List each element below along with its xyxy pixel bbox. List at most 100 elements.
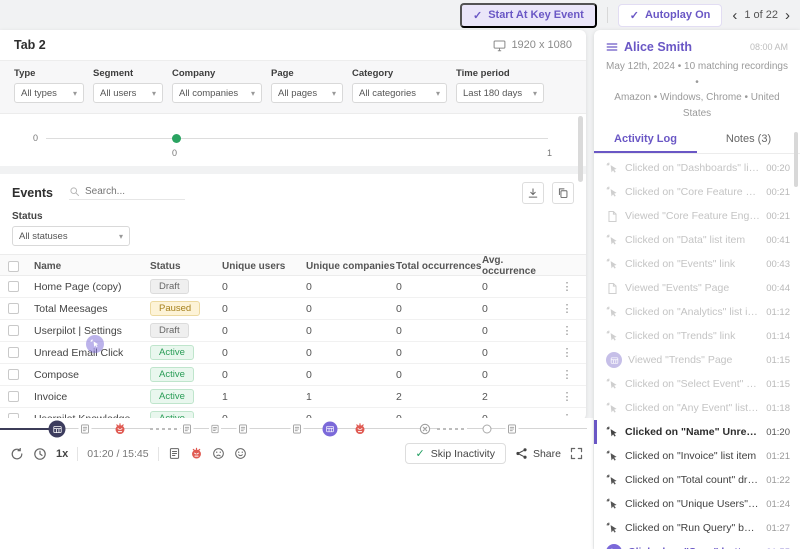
rage-click-marker[interactable] [354, 423, 367, 436]
user-name[interactable]: Alice Smith [624, 40, 692, 54]
start-at-key-event-button[interactable]: ✓ Start At Key Event [460, 3, 597, 28]
list-item[interactable]: Viewed "Trends" Page 01:15 [594, 348, 800, 372]
dead-click-marker[interactable] [419, 423, 432, 436]
slider-track[interactable] [46, 138, 548, 139]
list-item[interactable]: Viewed "Events" Page 00:44 [594, 276, 800, 300]
row-checkbox[interactable] [8, 391, 19, 402]
frown-icon[interactable] [212, 447, 225, 460]
chevron-down-icon: ▾ [119, 232, 123, 241]
list-item[interactable]: Clicked on "Any Event" list item 01:18 [594, 396, 800, 420]
table-row[interactable]: Total Meesages Paused 0 0 0 0 ⋮ [0, 298, 586, 320]
activity-time: 00:44 [766, 283, 790, 294]
row-checkbox[interactable] [8, 325, 19, 336]
event-marker-note[interactable] [79, 424, 92, 435]
prev-recording-icon[interactable]: ‹ [732, 8, 737, 23]
inactivity-gap [150, 428, 180, 430]
row-menu-icon[interactable]: ⋮ [556, 324, 578, 337]
list-item[interactable]: Viewed "Core Feature Engagment" 00:21 [594, 204, 800, 228]
event-marker-note[interactable] [506, 424, 519, 435]
company-dropdown[interactable]: All companies▾ [172, 83, 262, 103]
cell-value: 0 [222, 303, 306, 315]
highlighted-event-marker[interactable] [323, 422, 338, 437]
cell-value: 0 [396, 303, 482, 315]
activity-text: Viewed "Events" Page [625, 282, 760, 294]
col-unique-companies: Unique companies [306, 261, 396, 272]
next-recording-icon[interactable]: › [785, 8, 790, 23]
time-period-dropdown[interactable]: Last 180 days▾ [456, 83, 544, 103]
replay-10s-icon[interactable] [10, 447, 24, 461]
copy-button[interactable] [552, 182, 574, 204]
event-marker-note[interactable] [237, 424, 250, 435]
timer-icon[interactable] [33, 447, 47, 461]
list-item[interactable]: Clicked on "Invoice" list item 01:21 [594, 444, 800, 468]
tab-activity-log[interactable]: Activity Log [594, 126, 697, 153]
event-name: Invoice [34, 391, 150, 403]
list-item[interactable]: Clicked on "Analytics" list item 01:12 [594, 300, 800, 324]
list-item[interactable]: Clicked on "Save" button 01:55 [594, 540, 800, 549]
status-dropdown[interactable]: All statuses▾ [12, 226, 130, 246]
fullscreen-icon[interactable] [570, 447, 583, 460]
row-checkbox[interactable] [8, 347, 19, 358]
list-item[interactable]: Clicked on "Dashboards" list item 00:20 [594, 156, 800, 180]
activity-text: Clicked on "Total count" dropdown [625, 474, 760, 486]
list-item[interactable]: Clicked on "Run Query" button 01:27 [594, 516, 800, 540]
filter-segment: Segment All users▾ [93, 68, 163, 103]
slider-handle[interactable] [172, 134, 181, 143]
search-input[interactable] [85, 186, 185, 197]
row-menu-icon[interactable]: ⋮ [556, 280, 578, 293]
events-title: Events [12, 186, 53, 200]
row-checkbox[interactable] [8, 281, 19, 292]
section-gap [0, 166, 586, 174]
share-button[interactable]: Share [515, 447, 561, 460]
rage-click-marker[interactable] [114, 423, 127, 436]
list-item[interactable]: Clicked on "Events" link 00:43 [594, 252, 800, 276]
tab-notes[interactable]: Notes (3) [697, 126, 800, 153]
screen-resolution: 1920 x 1080 [493, 39, 572, 52]
activity-log-list: Clicked on "Dashboards" list item 00:20 … [594, 154, 800, 549]
click-icon [606, 426, 619, 439]
playback-timeline[interactable] [0, 418, 593, 440]
row-checkbox[interactable] [8, 369, 19, 380]
list-item-current[interactable]: Clicked on "Name" Unread Email C... 01:2… [594, 420, 800, 444]
table-row[interactable]: Home Page (copy) Draft 0 0 0 0 ⋮ [0, 276, 586, 298]
autoplay-toggle-button[interactable]: ✓ Autoplay On [618, 4, 723, 27]
playback-speed-button[interactable]: 1x [56, 448, 68, 460]
segment-dropdown[interactable]: All users▾ [93, 83, 163, 103]
event-marker-note[interactable] [181, 424, 194, 435]
list-item[interactable]: Clicked on "Select Event" dropdown 01:15 [594, 372, 800, 396]
list-item[interactable]: Clicked on "Trends" link 01:14 [594, 324, 800, 348]
event-marker-note[interactable] [291, 424, 304, 435]
category-dropdown[interactable]: All categories▾ [352, 83, 447, 103]
cell-value: 0 [482, 281, 556, 293]
download-button[interactable] [522, 182, 544, 204]
event-marker-note[interactable] [209, 424, 221, 434]
events-search [69, 186, 185, 200]
row-menu-icon[interactable]: ⋮ [556, 368, 578, 381]
select-all-checkbox[interactable] [8, 261, 19, 272]
rage-click-icon[interactable] [190, 447, 203, 460]
list-item[interactable]: Clicked on "Total count" dropdown 01:22 [594, 468, 800, 492]
row-menu-icon[interactable]: ⋮ [556, 390, 578, 403]
list-item[interactable]: Clicked on "Unique Users" list item 01:2… [594, 492, 800, 516]
playhead-marker[interactable] [49, 421, 66, 438]
row-menu-icon[interactable]: ⋮ [556, 346, 578, 359]
event-name: Total Meesages [34, 303, 150, 315]
hamburger-icon[interactable] [606, 41, 618, 53]
table-row[interactable]: Compose Active 0 0 0 0 ⋮ [0, 364, 586, 386]
row-checkbox[interactable] [8, 303, 19, 314]
event-marker-circle[interactable] [483, 425, 492, 434]
click-icon [606, 234, 619, 247]
filter-bar: Type All types▾ Segment All users▾ Compa… [0, 61, 586, 114]
list-item[interactable]: Clicked on "Core Feature Engagem... 00:2… [594, 180, 800, 204]
table-row[interactable]: Invoice Active 1 1 2 2 ⋮ [0, 386, 586, 408]
activity-time: 01:27 [766, 523, 790, 534]
smile-icon[interactable] [234, 447, 247, 460]
sidebar-scrollbar[interactable] [794, 132, 798, 187]
page-dropdown[interactable]: All pages▾ [271, 83, 343, 103]
list-item[interactable]: Clicked on "Data" list item 00:41 [594, 228, 800, 252]
skip-inactivity-toggle[interactable]: ✓ Skip Inactivity [405, 443, 506, 464]
vertical-scrollbar[interactable] [578, 116, 583, 182]
type-dropdown[interactable]: All types▾ [14, 83, 84, 103]
note-icon[interactable] [168, 447, 181, 460]
row-menu-icon[interactable]: ⋮ [556, 302, 578, 315]
